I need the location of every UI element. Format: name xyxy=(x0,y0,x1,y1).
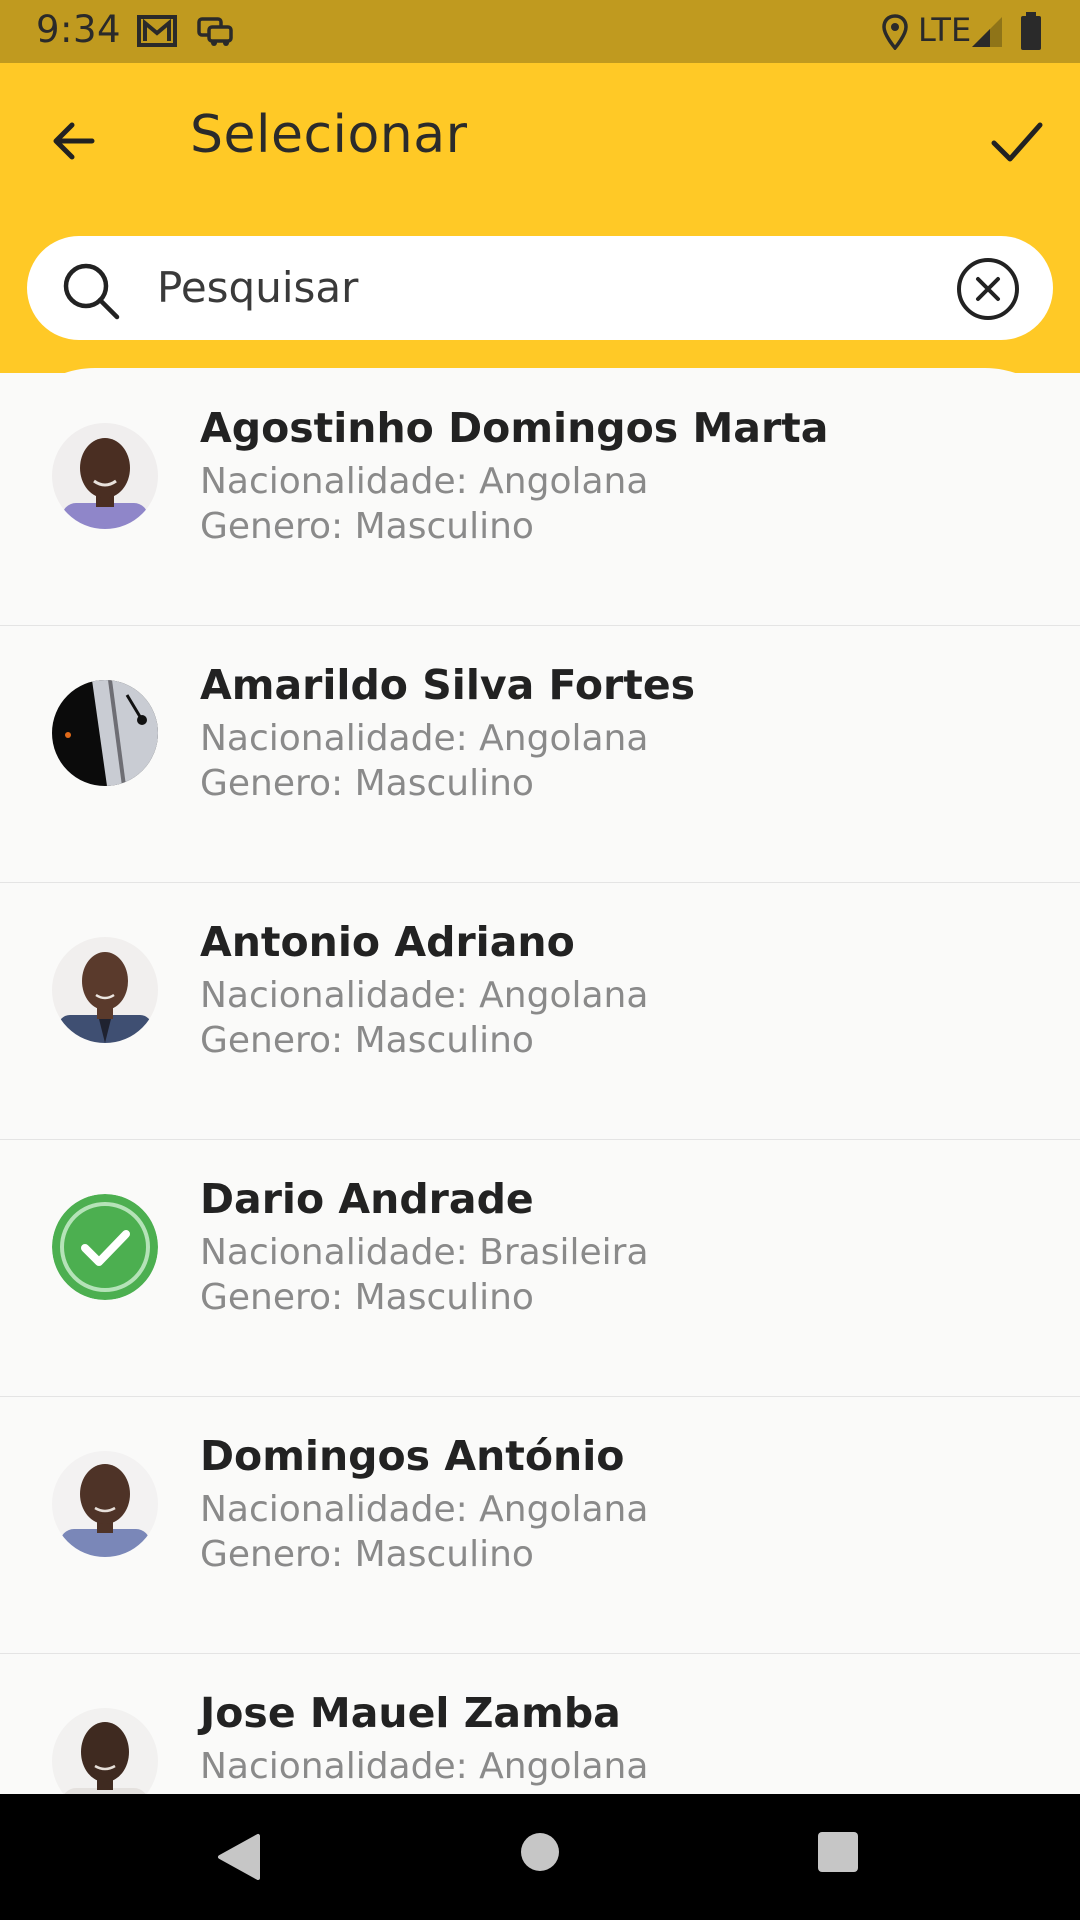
arrow-left-icon[interactable] xyxy=(46,113,102,169)
search-bar xyxy=(27,236,1053,340)
page-title: Selecionar xyxy=(190,105,468,165)
car-icon xyxy=(197,17,233,46)
list-item[interactable]: Dario Andrade Nacionalidade: Brasileira … xyxy=(0,1139,1080,1397)
person-name: Agostinho Domingos Marta xyxy=(200,404,829,452)
status-bar: 9:34 LTE xyxy=(0,0,1080,63)
avatar xyxy=(52,423,158,529)
navigation-bar xyxy=(0,1794,1080,1920)
person-name: Jose Mauel Zamba xyxy=(200,1689,621,1737)
network-type: LTE xyxy=(918,11,972,49)
search-icon xyxy=(63,263,120,320)
person-name: Domingos António xyxy=(200,1432,625,1480)
search-input[interactable] xyxy=(155,254,949,320)
people-list: Agostinho Domingos Marta Nacionalidade: … xyxy=(0,368,1080,1794)
app-bar: Selecionar xyxy=(0,63,1080,373)
back-nav-icon[interactable] xyxy=(214,1832,266,1882)
signal-icon xyxy=(972,17,1002,47)
home-nav-icon[interactable] xyxy=(519,1831,561,1873)
list-item[interactable]: Jose Mauel Zamba Nacionalidade: Angolana xyxy=(0,1653,1080,1794)
battery-icon xyxy=(1021,12,1041,50)
recents-nav-icon[interactable] xyxy=(816,1830,860,1874)
person-name: Dario Andrade xyxy=(200,1175,534,1223)
person-gender: Genero: Masculino xyxy=(200,1277,534,1318)
selected-check-icon xyxy=(52,1194,158,1300)
person-name: Antonio Adriano xyxy=(200,918,575,966)
avatar xyxy=(52,680,158,786)
person-nationality: Nacionalidade: Angolana xyxy=(200,975,649,1016)
location-icon xyxy=(882,14,908,50)
person-nationality: Nacionalidade: Angolana xyxy=(200,461,649,502)
list-item[interactable]: Agostinho Domingos Marta Nacionalidade: … xyxy=(0,368,1080,626)
person-name: Amarildo Silva Fortes xyxy=(200,661,696,709)
avatar xyxy=(52,1708,158,1794)
avatar xyxy=(52,937,158,1043)
person-gender: Genero: Masculino xyxy=(200,506,534,547)
person-nationality: Nacionalidade: Angolana xyxy=(200,1746,649,1787)
list-item[interactable]: Domingos António Nacionalidade: Angolana… xyxy=(0,1396,1080,1654)
person-gender: Genero: Masculino xyxy=(200,1534,534,1575)
list-item[interactable]: Amarildo Silva Fortes Nacionalidade: Ang… xyxy=(0,625,1080,883)
person-nationality: Nacionalidade: Angolana xyxy=(200,718,649,759)
list-item[interactable]: Antonio Adriano Nacionalidade: Angolana … xyxy=(0,882,1080,1140)
clear-icon[interactable] xyxy=(955,256,1021,322)
person-nationality: Nacionalidade: Angolana xyxy=(200,1489,649,1530)
gmail-icon xyxy=(137,15,177,47)
check-icon[interactable] xyxy=(988,113,1046,171)
person-gender: Genero: Masculino xyxy=(200,763,534,804)
person-gender: Genero: Masculino xyxy=(200,1020,534,1061)
person-nationality: Nacionalidade: Brasileira xyxy=(200,1232,649,1273)
avatar xyxy=(52,1451,158,1557)
status-time: 9:34 xyxy=(36,8,122,51)
